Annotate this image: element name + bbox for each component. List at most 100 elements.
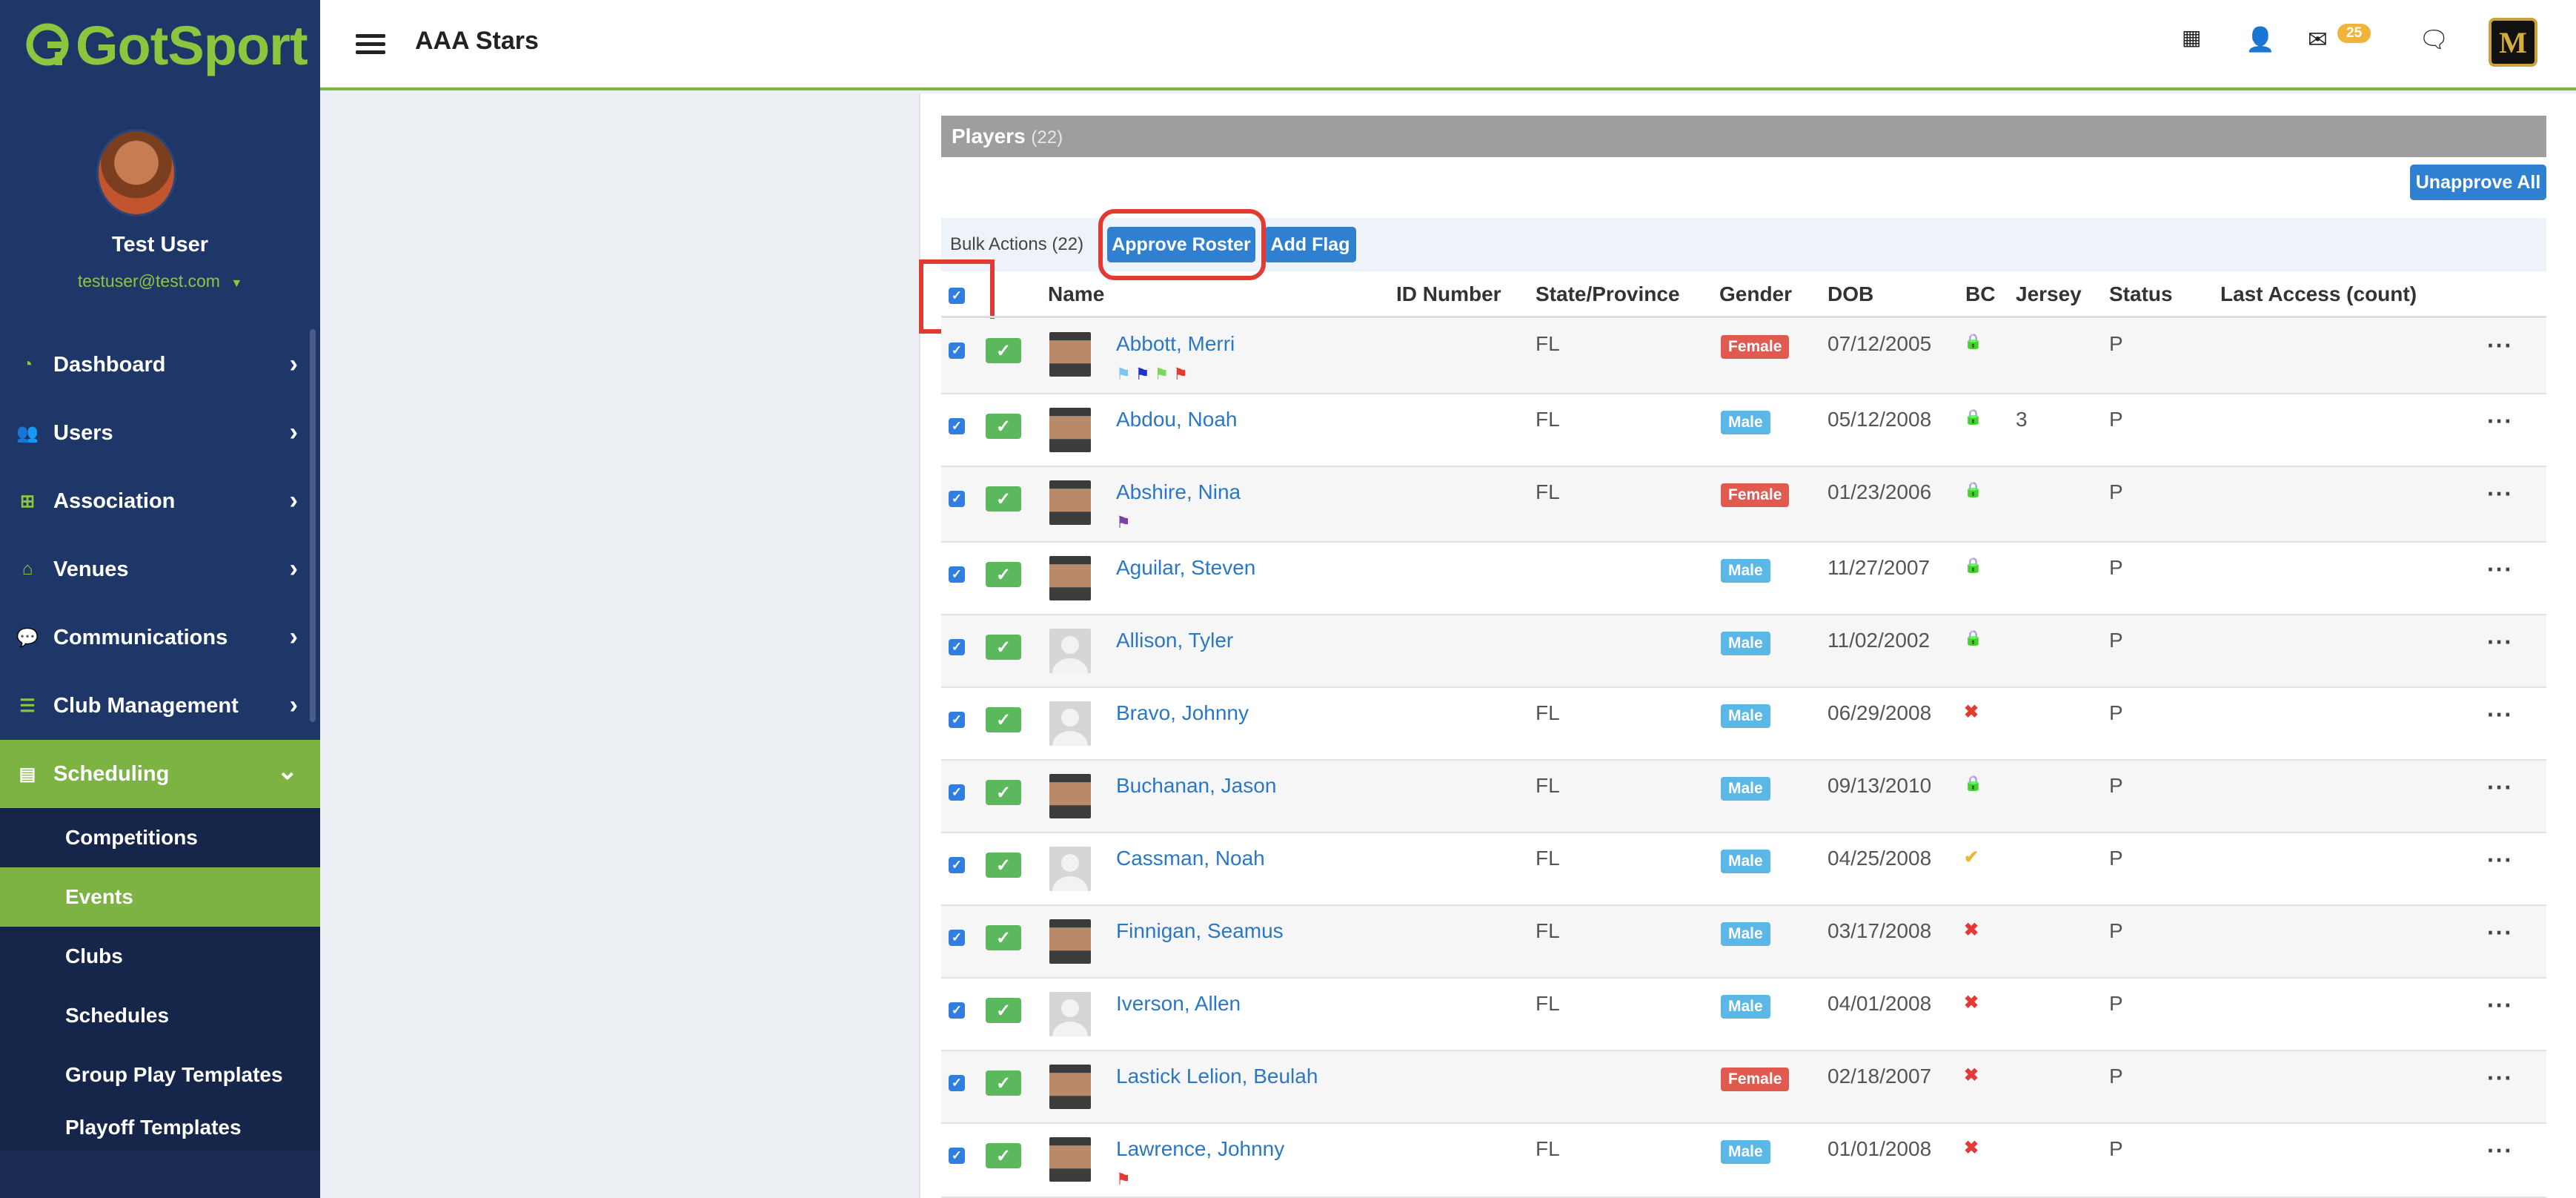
player-name-link[interactable]: Aguilar, Steven	[1116, 556, 1255, 580]
subnav-schedules[interactable]: Schedules	[0, 986, 320, 1045]
col-name[interactable]: Name	[1048, 282, 1104, 306]
col-gender[interactable]: Gender	[1719, 282, 1792, 306]
player-name-link[interactable]: Finnigan, Seamus	[1116, 919, 1284, 943]
approved-check-icon[interactable]: ✓	[986, 414, 1021, 439]
player-dob: 06/29/2008	[1828, 701, 1932, 724]
more-options-icon[interactable]: ···	[2487, 774, 2513, 801]
nav-label: Association	[53, 489, 176, 513]
player-dob: 11/27/2007	[1828, 556, 1931, 579]
approved-check-icon[interactable]: ✓	[986, 486, 1021, 512]
player-name-link[interactable]: Lastick Lelion, Beulah	[1116, 1065, 1318, 1088]
flag-icon[interactable]: ⚑	[1116, 1171, 1131, 1188]
user-avatar[interactable]	[96, 129, 176, 216]
more-options-icon[interactable]: ···	[2487, 1065, 2513, 1092]
more-options-icon[interactable]: ···	[2487, 556, 2513, 583]
subnav-competitions[interactable]: Competitions	[0, 808, 320, 867]
dashboard-icon: ◔	[21, 354, 33, 374]
row-checkbox[interactable]: ✓	[949, 418, 965, 434]
approved-check-icon[interactable]: ✓	[986, 562, 1021, 587]
chat-bubbles-icon[interactable]: 🗨	[2419, 25, 2449, 53]
flag-icon[interactable]: ⚑	[1116, 366, 1131, 383]
player-dob: 02/18/2007	[1828, 1065, 1932, 1088]
approved-check-icon[interactable]: ✓	[986, 338, 1021, 363]
top-bar: AAA Stars	[320, 0, 2576, 90]
nav-venues[interactable]: ⌂ Venues ›	[0, 535, 320, 603]
nav-scheduling[interactable]: ▤ Scheduling ⌄	[0, 740, 320, 808]
row-checkbox[interactable]: ✓	[949, 1075, 965, 1091]
row-checkbox[interactable]: ✓	[949, 857, 965, 873]
add-flag-button[interactable]: Add Flag	[1264, 227, 1356, 262]
gotsport-logo[interactable]: GotSport	[25, 12, 308, 79]
col-bc[interactable]: BC	[1965, 282, 1995, 306]
row-checkbox[interactable]: ✓	[949, 639, 965, 655]
player-name-link[interactable]: Iverson, Allen	[1116, 992, 1241, 1016]
more-options-icon[interactable]: ···	[2487, 629, 2513, 656]
user-icon[interactable]: 👤	[2245, 25, 2275, 53]
approved-check-icon[interactable]: ✓	[986, 1143, 1021, 1168]
player-name-link[interactable]: Abdou, Noah	[1116, 408, 1237, 431]
col-dob[interactable]: DOB	[1828, 282, 1873, 306]
col-last-access[interactable]: Last Access (count)	[2220, 282, 2417, 306]
hamburger-menu-icon[interactable]	[356, 34, 385, 54]
row-checkbox[interactable]: ✓	[949, 566, 965, 583]
account-logo[interactable]: M	[2489, 18, 2537, 67]
more-options-icon[interactable]: ···	[2487, 701, 2513, 729]
more-options-icon[interactable]: ···	[2487, 408, 2513, 435]
lock-icon: 🔒	[1964, 334, 1982, 350]
col-id-number[interactable]: ID Number	[1396, 282, 1501, 306]
flag-icon[interactable]: ⚑	[1116, 514, 1131, 531]
subnav-clubs[interactable]: Clubs	[0, 927, 320, 986]
gender-badge: Male	[1721, 777, 1770, 801]
approved-check-icon[interactable]: ✓	[986, 853, 1021, 878]
subnav-playoff-templates[interactable]: Playoff Templates	[0, 1105, 320, 1151]
home-icon: ⌂	[21, 559, 33, 579]
nav-dashboard[interactable]: ◔ Dashboard ›	[0, 331, 320, 399]
player-name-link[interactable]: Cassman, Noah	[1116, 847, 1265, 870]
player-name-link[interactable]: Bravo, Johnny	[1116, 701, 1249, 725]
flag-icon[interactable]: ⚑	[1154, 366, 1169, 383]
row-checkbox[interactable]: ✓	[949, 712, 965, 728]
row-checkbox[interactable]: ✓	[949, 784, 965, 801]
qr-code-icon[interactable]: ▦	[2182, 25, 2201, 50]
col-state-province[interactable]: State/Province	[1536, 282, 1680, 306]
approved-check-icon[interactable]: ✓	[986, 998, 1021, 1023]
nav-communications[interactable]: 💬 Communications ›	[0, 603, 320, 672]
row-checkbox[interactable]: ✓	[949, 1148, 965, 1164]
nav-club-management[interactable]: ☰ Club Management ›	[0, 672, 320, 740]
row-checkbox[interactable]: ✓	[949, 491, 965, 507]
row-checkbox[interactable]: ✓	[949, 930, 965, 946]
nav-association[interactable]: ⊞ Association ›	[0, 467, 320, 535]
mail-icon[interactable]: ✉	[2308, 25, 2328, 53]
chevron-right-icon: ›	[289, 418, 298, 446]
col-status[interactable]: Status	[2109, 282, 2173, 306]
subnav-group-play-templates[interactable]: Group Play Templates	[0, 1045, 320, 1105]
more-options-icon[interactable]: ···	[2487, 919, 2513, 947]
player-name-link[interactable]: Abbott, Merri	[1116, 332, 1235, 356]
flag-icon[interactable]: ⚑	[1135, 366, 1150, 383]
more-options-icon[interactable]: ···	[2487, 480, 2513, 508]
player-dob: 09/13/2010	[1828, 774, 1932, 797]
user-email-dropdown[interactable]: testuser@test.com ▼	[0, 271, 320, 291]
flag-icon[interactable]: ⚑	[1173, 366, 1188, 383]
more-options-icon[interactable]: ···	[2487, 992, 2513, 1019]
player-name-link[interactable]: Buchanan, Jason	[1116, 774, 1276, 798]
approved-check-icon[interactable]: ✓	[986, 1070, 1021, 1096]
gender-badge: Male	[1721, 995, 1770, 1019]
player-name-link[interactable]: Allison, Tyler	[1116, 629, 1233, 652]
subnav-events[interactable]: Events	[0, 867, 320, 927]
row-checkbox[interactable]: ✓	[949, 342, 965, 359]
more-options-icon[interactable]: ···	[2487, 1137, 2513, 1165]
sidebar-scrollbar[interactable]	[310, 329, 316, 722]
player-name-link[interactable]: Abshire, Nina	[1116, 480, 1241, 504]
more-options-icon[interactable]: ···	[2487, 847, 2513, 874]
approved-check-icon[interactable]: ✓	[986, 780, 1021, 805]
unapprove-all-button[interactable]: Unapprove All	[2410, 165, 2546, 200]
row-checkbox[interactable]: ✓	[949, 1002, 965, 1019]
nav-users[interactable]: 👥 Users ›	[0, 399, 320, 467]
more-options-icon[interactable]: ···	[2487, 332, 2513, 360]
player-name-link[interactable]: Lawrence, Johnny	[1116, 1137, 1284, 1161]
approved-check-icon[interactable]: ✓	[986, 925, 1021, 950]
approved-check-icon[interactable]: ✓	[986, 707, 1021, 732]
approved-check-icon[interactable]: ✓	[986, 635, 1021, 660]
col-jersey[interactable]: Jersey	[2016, 282, 2082, 306]
